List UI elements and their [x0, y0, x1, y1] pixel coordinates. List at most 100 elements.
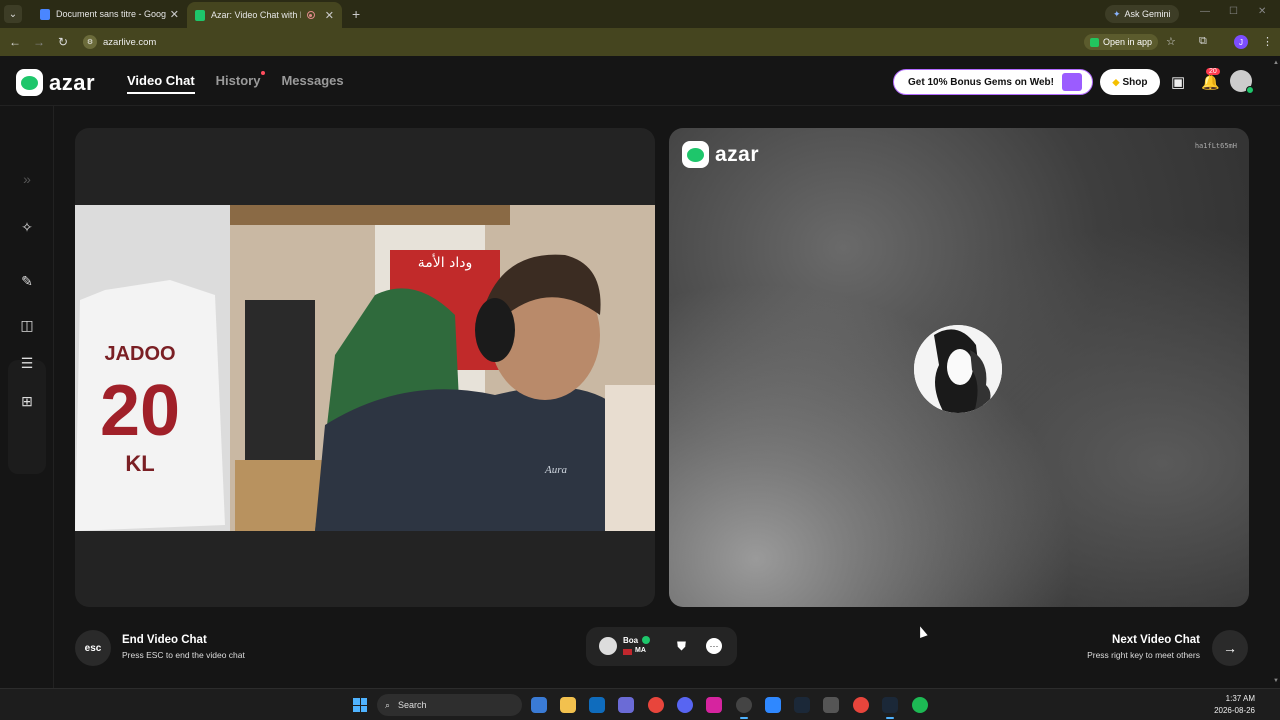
gift-icon — [1062, 73, 1082, 91]
logo-text: azar — [49, 69, 96, 95]
taskbar-search[interactable]: ⌕ Search — [377, 694, 522, 716]
back-icon[interactable]: ← — [3, 35, 27, 49]
tab-search-button[interactable]: ⌄ — [4, 5, 22, 23]
next-chat-hint: Press right key to meet others — [1087, 650, 1200, 660]
widgets-icon[interactable] — [531, 697, 547, 713]
maximize-icon[interactable]: ☐ — [1229, 6, 1238, 17]
recording-icon — [306, 11, 315, 19]
verified-icon — [642, 636, 650, 644]
jersey-number: 20 — [100, 371, 180, 451]
scroll-down-icon[interactable]: ▼ — [1273, 678, 1279, 684]
jersey-text: KL — [125, 451, 154, 476]
banner-text: وداد الأمة — [418, 253, 472, 271]
clock-time: 1:37 AM — [1225, 694, 1255, 703]
photos-icon[interactable] — [823, 697, 839, 713]
nav-history[interactable]: History — [215, 71, 266, 94]
inbox-icon[interactable]: ▣ — [1171, 73, 1185, 91]
sidebar: » ✧ ✎ ◫ ☰ ⊞ — [0, 106, 54, 688]
windows-start-icon[interactable] — [353, 698, 367, 712]
online-indicator — [1246, 86, 1254, 94]
steam-client-icon[interactable] — [882, 697, 898, 719]
remote-logo-text: azar — [715, 142, 760, 166]
bell-icon[interactable]: 🔔 — [1201, 73, 1220, 91]
azar-logo[interactable]: azar — [16, 69, 95, 96]
jersey-name: JADOO — [104, 343, 175, 365]
chrome-profile-icon[interactable] — [853, 697, 869, 713]
discord-icon[interactable] — [677, 697, 693, 713]
shop-button[interactable]: ◆ Shop — [1100, 69, 1160, 95]
end-chat-title[interactable]: End Video Chat — [122, 634, 207, 646]
minimize-icon[interactable]: — — [1200, 6, 1210, 17]
user-avatar[interactable] — [1230, 70, 1254, 94]
nav-video-chat[interactable]: Video Chat — [127, 73, 195, 94]
chrome-icon[interactable] — [648, 697, 664, 713]
forward-icon[interactable]: → — [27, 35, 51, 49]
layout-group — [8, 360, 46, 474]
layout-grid-icon[interactable]: ⊞ — [18, 392, 36, 410]
new-tab-button[interactable]: + — [352, 6, 360, 22]
obs-icon[interactable] — [736, 697, 752, 719]
ask-gemini-button[interactable]: ✦ Ask Gemini — [1105, 5, 1179, 23]
next-chat-arrow-icon[interactable]: → — [1212, 630, 1248, 666]
tab-close-icon[interactable]: ✕ — [170, 8, 179, 21]
steam-icon[interactable] — [794, 697, 810, 713]
bookmark-star-icon[interactable]: ☆ — [1166, 35, 1176, 48]
store-icon[interactable] — [618, 697, 634, 713]
azar-app: azar Video Chat History Messages Get 10%… — [0, 56, 1280, 688]
partner-info-pill: Boa MA ⛊ ··· — [586, 627, 737, 666]
google-docs-icon — [40, 8, 50, 20]
partner-country: MA — [635, 647, 646, 654]
open-in-app-button[interactable]: Open in app — [1084, 34, 1159, 50]
clock-date: 2026-08-26 — [1214, 706, 1255, 715]
partner-name: Boa — [623, 636, 639, 645]
instagram-icon[interactable] — [706, 697, 722, 713]
close-window-icon[interactable]: ✕ — [1258, 6, 1266, 17]
main-nav: Video Chat History Messages — [127, 71, 344, 94]
tab-google-docs[interactable]: Document sans titre - Google D ✕ — [32, 0, 187, 28]
report-shield-icon[interactable]: ⛊ — [677, 639, 686, 654]
tab-title: Azar: Video Chat with New — [211, 10, 301, 20]
scroll-up-icon[interactable]: ▲ — [1273, 60, 1279, 66]
file-explorer-icon[interactable] — [560, 697, 576, 713]
system-clock[interactable]: 1:37 AM 2026-08-26 — [1214, 693, 1255, 717]
extensions-icon[interactable]: ⧉ — [1199, 35, 1207, 48]
layout-side-by-side-icon[interactable]: ◫ — [18, 316, 36, 334]
camera-scene: وداد الأمة JADOO 20 KL Aura — [75, 205, 655, 531]
session-watermark: ha1fLt65mH — [1194, 142, 1237, 150]
address-bar[interactable]: ⚙ azarlive.com — [83, 35, 156, 49]
remote-video-panel: azar ha1fLt65mH — [669, 128, 1249, 607]
search-label: Search — [398, 700, 427, 710]
reload-icon[interactable]: ↻ — [51, 35, 75, 49]
site-info-icon[interactable]: ⚙ — [83, 35, 97, 49]
local-camera-feed: وداد الأمة JADOO 20 KL Aura — [75, 205, 655, 531]
end-chat-button[interactable]: esc — [75, 630, 111, 666]
local-video-panel: وداد الأمة JADOO 20 KL Aura — [75, 128, 655, 607]
zoom-icon[interactable] — [765, 697, 781, 713]
partner-illustration — [914, 325, 1002, 413]
nav-history-label: History — [215, 73, 261, 88]
chat-bubble-icon[interactable]: ··· — [706, 638, 722, 654]
nav-messages[interactable]: Messages — [281, 73, 343, 94]
app-icon — [1090, 37, 1099, 47]
tab-title: Document sans titre - Google D — [56, 9, 166, 19]
search-icon: ⌕ — [385, 699, 391, 710]
tab-close-icon[interactable]: ✕ — [325, 9, 334, 22]
partner-avatar[interactable] — [599, 637, 617, 655]
notification-count-badge: 20 — [1206, 68, 1220, 75]
edit-icon[interactable]: ✎ — [18, 272, 36, 290]
bonus-gems-button[interactable]: Get 10% Bonus Gems on Web! — [893, 69, 1093, 95]
magic-wand-icon[interactable]: ✧ — [18, 218, 36, 236]
tab-azar[interactable]: Azar: Video Chat with New ✕ — [187, 2, 342, 28]
azar-logo-icon — [682, 141, 709, 168]
partner-profile-image — [914, 325, 1002, 413]
expand-icon[interactable]: » — [18, 170, 36, 188]
browser-toolbar: ← → ↻ ⚙ azarlive.com Open in app ☆ ⧉ ⋮ — [0, 28, 1280, 56]
browser-menu-icon[interactable]: ⋮ — [1262, 35, 1273, 48]
page-scrollbar[interactable]: ▲ ▼ — [1272, 56, 1280, 688]
profile-avatar[interactable]: J — [1234, 35, 1248, 49]
next-chat-title[interactable]: Next Video Chat — [1112, 634, 1200, 646]
layout-stacked-icon[interactable]: ☰ — [18, 354, 36, 372]
spotify-icon[interactable] — [912, 697, 928, 713]
outlook-icon[interactable] — [589, 697, 605, 713]
azar-logo-icon — [16, 69, 43, 96]
